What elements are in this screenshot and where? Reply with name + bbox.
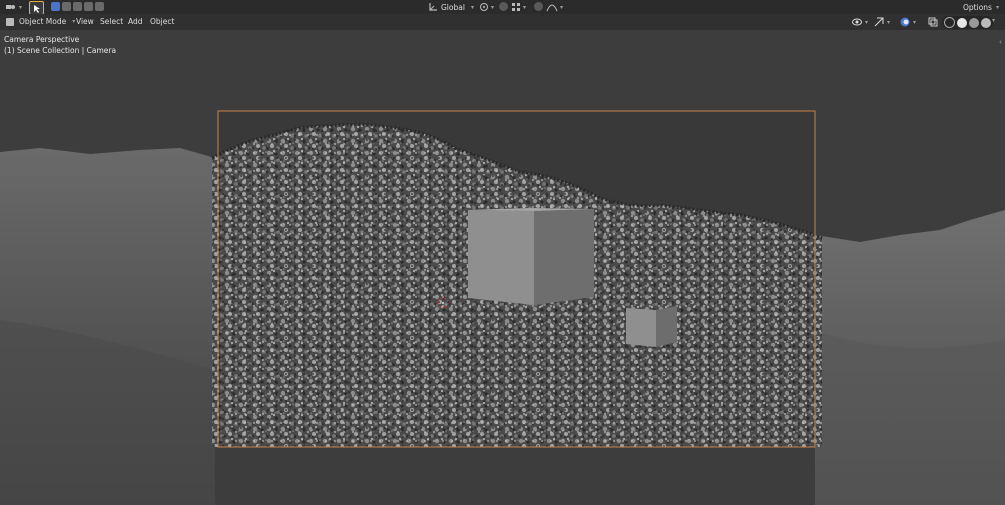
gizmo-toggle[interactable]: ▾: [874, 17, 890, 27]
selection-mode-group: [51, 2, 104, 11]
select-intersect-icon[interactable]: [84, 2, 93, 11]
cursor-icon: [34, 4, 40, 13]
select-subtract-icon[interactable]: [73, 2, 82, 11]
select-invert-icon[interactable]: [95, 2, 104, 11]
visibility-dropdown[interactable]: ▾: [852, 17, 868, 27]
sidebar-toggle-arrow-icon[interactable]: ‹: [999, 38, 1002, 46]
collection-info: (1) Scene Collection | Camera: [4, 46, 117, 55]
proportional-falloff-dropdown[interactable]: ▾: [546, 2, 563, 12]
chevron-down-icon: ▾: [913, 18, 917, 26]
xray-icon: [928, 17, 938, 27]
object-mode-icon: [6, 17, 14, 26]
material-preview-icon[interactable]: [969, 17, 979, 28]
proportional-editing-toggle[interactable]: [534, 2, 543, 11]
proportional-editing-icon: [534, 2, 543, 11]
menu-view[interactable]: View: [76, 14, 94, 30]
chevron-down-icon: ▾: [19, 3, 23, 11]
chevron-down-icon: ▾: [523, 3, 527, 11]
chevron-down-icon: ▾: [992, 17, 996, 24]
snap-icon: [499, 2, 508, 11]
wireframe-shading-icon[interactable]: [944, 17, 955, 28]
view-name: Camera Perspective: [4, 35, 80, 44]
chevron-down-icon: ▾: [865, 18, 869, 26]
chevron-down-icon: ▾: [470, 3, 474, 11]
editor-type-selector[interactable]: ▾: [5, 2, 22, 12]
tool-header: ▾ Global ▾ ▾ ▾ ▾ Options ▾: [0, 0, 1005, 15]
chevron-down-icon: ▾: [560, 3, 564, 11]
menu-add[interactable]: Add: [128, 14, 143, 30]
chevron-down-icon: ▾: [72, 18, 76, 25]
solid-shading-icon[interactable]: [957, 17, 967, 28]
pivot-point-dropdown[interactable]: ▾: [479, 2, 494, 12]
chevron-down-icon: ▾: [887, 18, 891, 26]
overlays-dropdown[interactable]: ▾: [900, 17, 916, 27]
orientation-icon: [429, 3, 437, 11]
menu-object[interactable]: Object: [150, 14, 174, 30]
mode-dropdown[interactable]: Object Mode ▾: [6, 17, 75, 26]
chevron-down-icon: ▾: [491, 3, 495, 11]
editor-type-icon: [6, 5, 15, 9]
select-tool-button[interactable]: [29, 1, 44, 15]
chevron-down-icon: ▾: [995, 3, 999, 11]
3d-viewport[interactable]: Camera Perspective (1) Scene Collection …: [0, 30, 1005, 505]
transform-orientation-dropdown[interactable]: Global ▾: [428, 1, 474, 13]
transform-orientation-label: Global: [441, 2, 465, 12]
shading-options-dropdown[interactable]: ▾: [990, 17, 995, 24]
snap-target-dropdown[interactable]: ▾: [511, 2, 526, 12]
options-dropdown[interactable]: Options ▾: [963, 1, 999, 13]
shading-modes: [942, 16, 993, 29]
pivot-point-icon: [480, 3, 488, 11]
eye-icon: [852, 18, 862, 26]
mode-label: Object Mode: [19, 17, 67, 26]
options-label: Options: [963, 2, 992, 12]
viewport-scene: [0, 30, 1005, 505]
falloff-curve-icon: [546, 4, 558, 12]
menu-select[interactable]: Select: [100, 14, 123, 30]
snap-increment-icon: [512, 3, 520, 11]
select-new-icon[interactable]: [51, 2, 60, 11]
xray-toggle[interactable]: [928, 17, 938, 27]
gizmo-icon: [874, 17, 884, 27]
snap-toggle[interactable]: [499, 2, 508, 11]
select-extend-icon[interactable]: [62, 2, 71, 11]
overlays-icon: [900, 17, 910, 27]
